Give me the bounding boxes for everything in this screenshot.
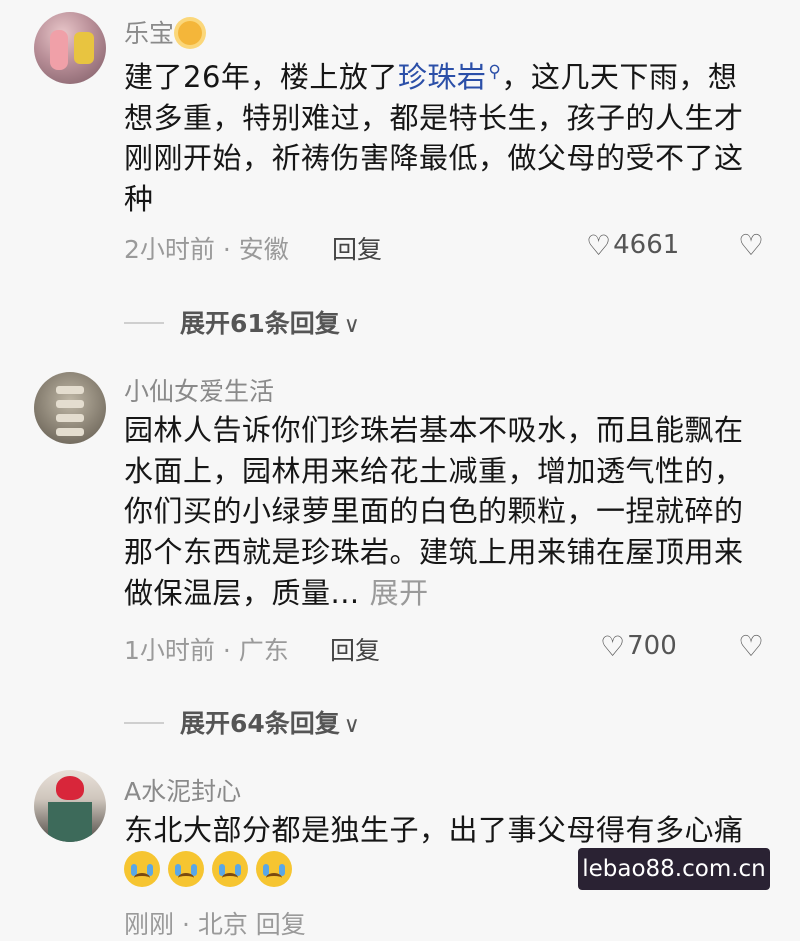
divider (124, 322, 164, 324)
reply-button[interactable]: 回复 (330, 631, 380, 667)
avatar-heart (56, 776, 84, 800)
avatar-detail (56, 428, 84, 436)
avatar-detail (56, 400, 84, 408)
sun-icon (178, 21, 203, 45)
avatar-detail (56, 386, 84, 394)
crying-face-emoji (124, 850, 160, 887)
search-icon: ⚲ (488, 62, 502, 82)
comment-meta: 2小时前 · 安徽 (124, 235, 289, 264)
avatar[interactable] (34, 12, 106, 84)
avatar-figure (50, 30, 68, 70)
comment-meta-partial: 刚刚 · 北京 回复 (124, 910, 306, 939)
keyword-label: 珍珠岩 (397, 60, 487, 94)
expand-replies-button[interactable]: 展开64条回复 ∨ (124, 704, 360, 740)
heart-outline-icon: ♡ (600, 630, 626, 663)
chevron-down-icon: ∨ (343, 713, 360, 738)
watermark: lebao88.com.cn (578, 848, 770, 890)
broken-heart-icon[interactable]: ♡ (736, 631, 766, 661)
crying-face-emoji (212, 850, 248, 887)
chevron-down-icon: ∨ (343, 313, 360, 338)
avatar[interactable] (34, 372, 106, 444)
broken-heart-icon[interactable]: ♡ (736, 230, 766, 260)
username[interactable]: 小仙女爱生活 (124, 372, 274, 408)
username[interactable]: A水泥封心 (124, 772, 241, 808)
crying-face-emoji (256, 850, 292, 887)
comment-text-part: 建了26年，楼上放了 (124, 60, 398, 94)
avatar-detail (56, 414, 84, 422)
heart-outline-icon: ♡ (586, 229, 612, 262)
username[interactable]: 乐宝 (124, 14, 203, 50)
comment-text-content: 园林人告诉你们珍珠岩基本不吸水，而且能飘在水面上，园林用来给花土减重，增加透气性… (124, 413, 744, 610)
comment-text[interactable]: 园林人告诉你们珍珠岩基本不吸水，而且能飘在水面上，园林用来给花土减重，增加透气性… (124, 410, 764, 614)
comment-text-content: 东北大部分都是独生子，出了事父母得有多心痛 (124, 813, 744, 847)
expand-text-button[interactable]: 展开 (370, 576, 429, 610)
avatar[interactable] (34, 770, 106, 842)
expand-replies-label: 展开64条回复 (180, 709, 340, 738)
like-button[interactable]: ♡4661 (586, 229, 679, 262)
divider (124, 722, 164, 724)
crying-face-emoji (168, 850, 204, 887)
avatar-building (48, 802, 92, 842)
expand-replies-label: 展开61条回复 (180, 309, 340, 338)
comment-meta: 1小时前 · 广东 (124, 636, 289, 665)
like-count: 4661 (613, 230, 680, 260)
comment-text[interactable]: 建了26年，楼上放了珍珠岩 ⚲，这几天下雨，想想多重，特别难过，都是特长生，孩子的… (124, 52, 764, 220)
expand-replies-button[interactable]: 展开61条回复 ∨ (124, 304, 360, 340)
reply-button[interactable]: 回复 (332, 230, 382, 266)
avatar-figure (74, 32, 94, 64)
keyword-link[interactable]: 珍珠岩 ⚲ (398, 60, 501, 94)
like-button[interactable]: ♡700 (600, 630, 677, 663)
like-count: 700 (627, 631, 677, 661)
username-label: 乐宝 (124, 19, 175, 48)
